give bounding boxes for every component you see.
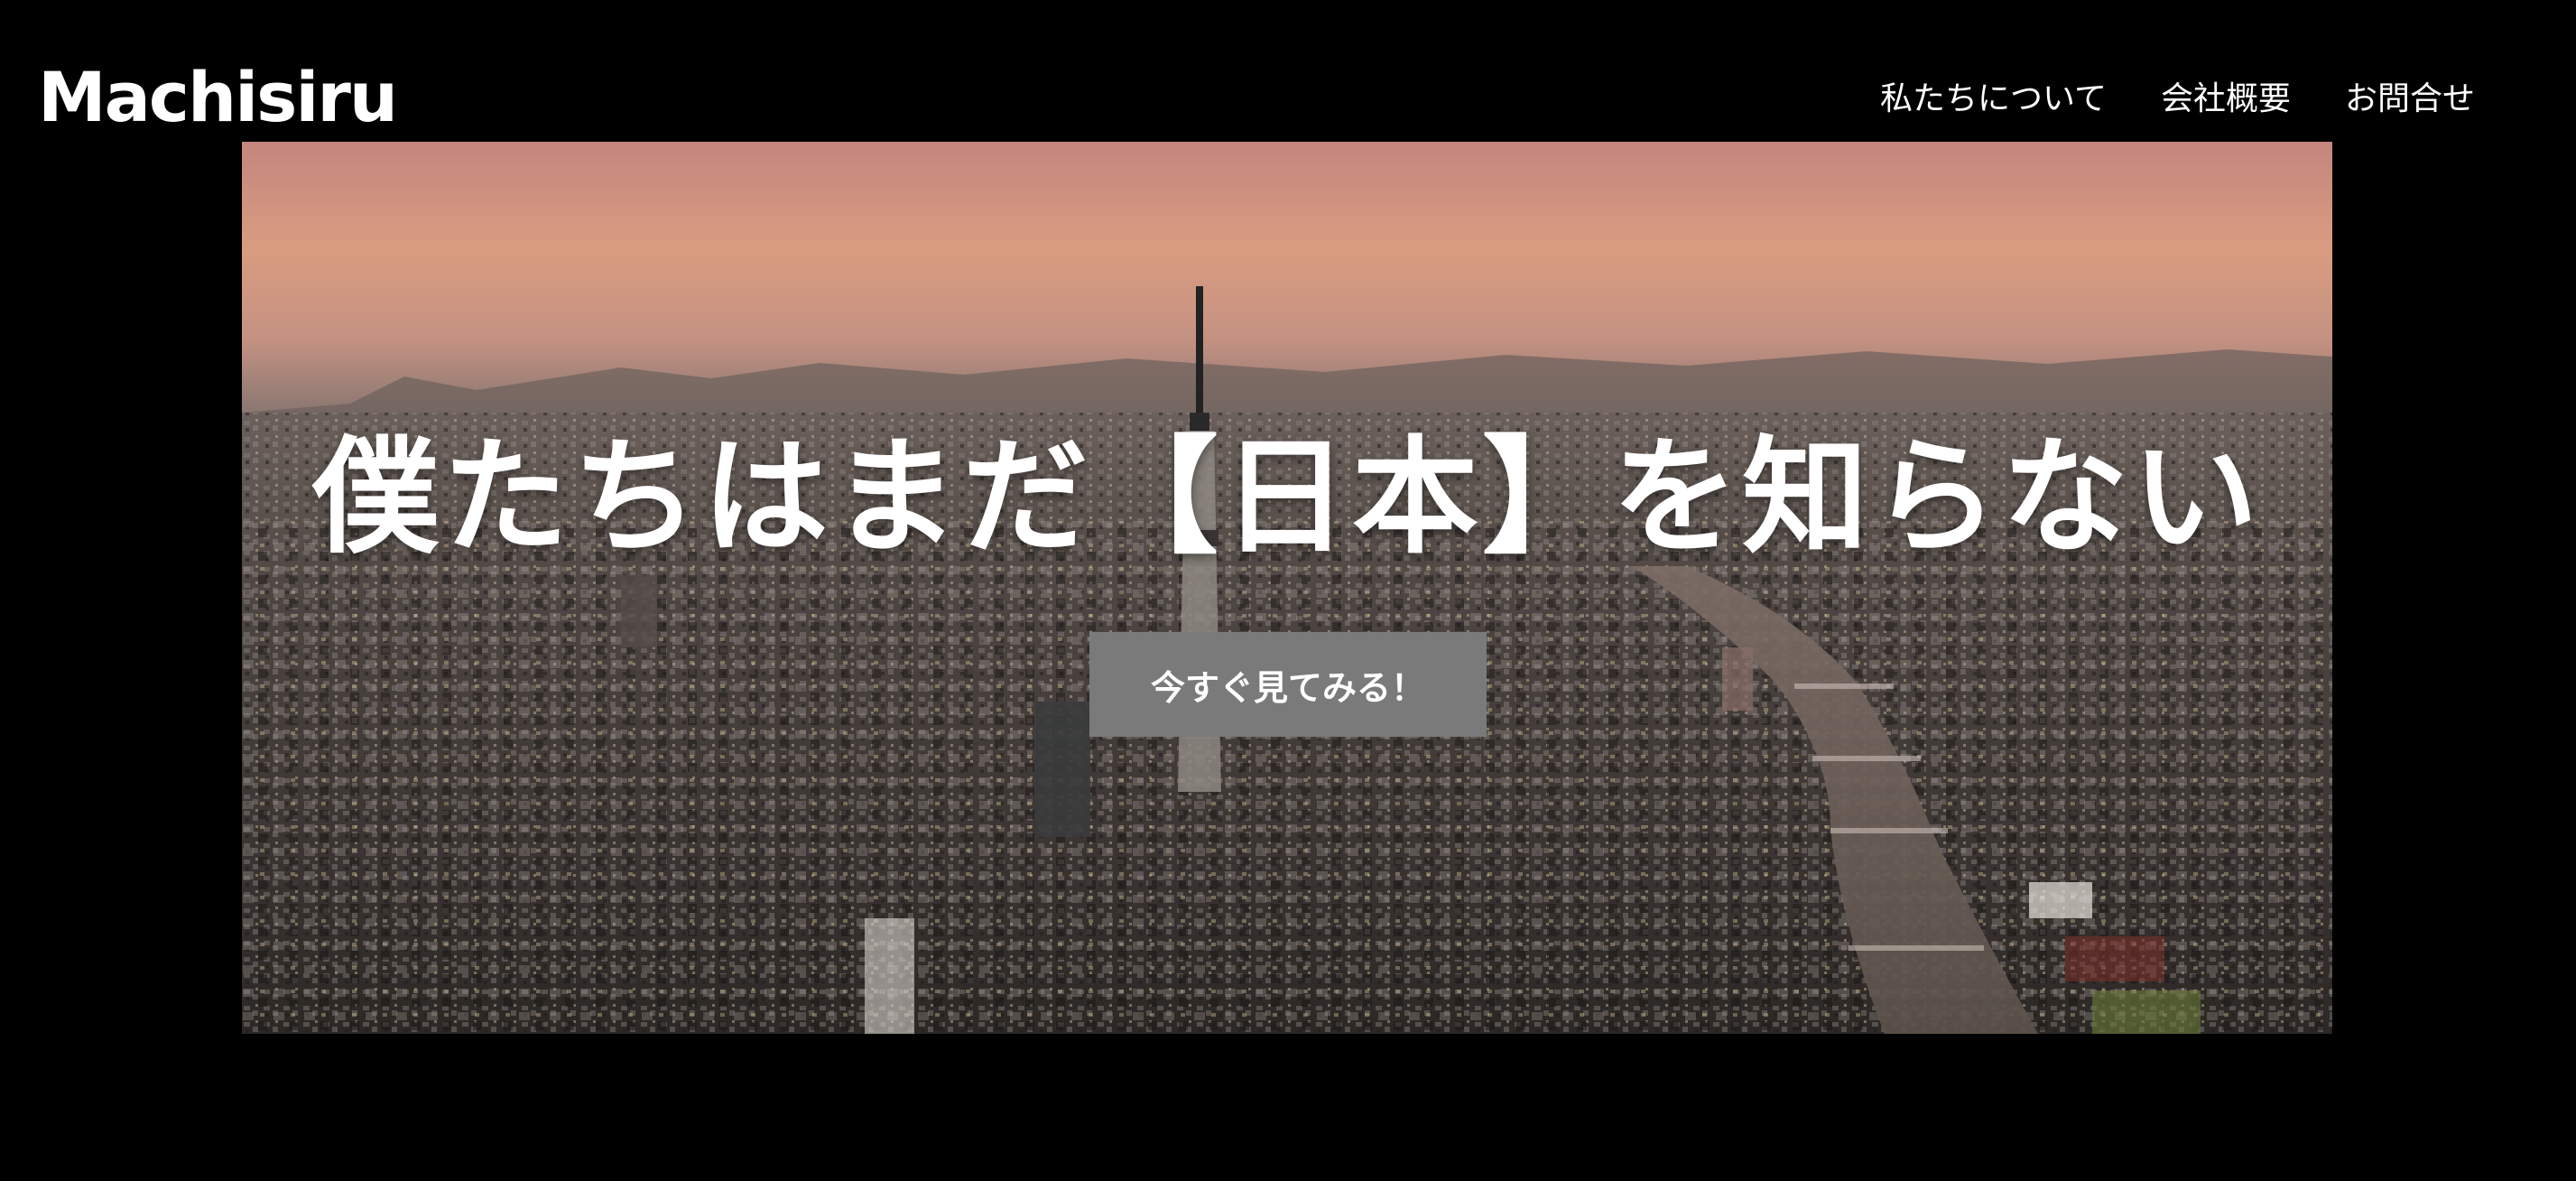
- page: Machisiru 私たちについて 会社概要 お問合せ 僕たちはまだ【日本】を知…: [0, 0, 2576, 1181]
- main-nav: 私たちについて 会社概要 お問合せ: [1880, 83, 2475, 116]
- nav-link-company[interactable]: 会社概要: [2161, 83, 2291, 116]
- hero-background-image: [242, 142, 2332, 1034]
- nav-link-about[interactable]: 私たちについて: [1880, 83, 2107, 116]
- site-logo[interactable]: Machisiru: [38, 63, 398, 132]
- hero-title: 僕たちはまだ【日本】を知らない: [311, 424, 2262, 572]
- view-now-button[interactable]: 今すぐ見てみる！: [1089, 632, 1487, 737]
- nav-link-contact[interactable]: お問合せ: [2345, 83, 2475, 116]
- hero-section: 僕たちはまだ【日本】を知らない 今すぐ見てみる！: [242, 142, 2332, 1034]
